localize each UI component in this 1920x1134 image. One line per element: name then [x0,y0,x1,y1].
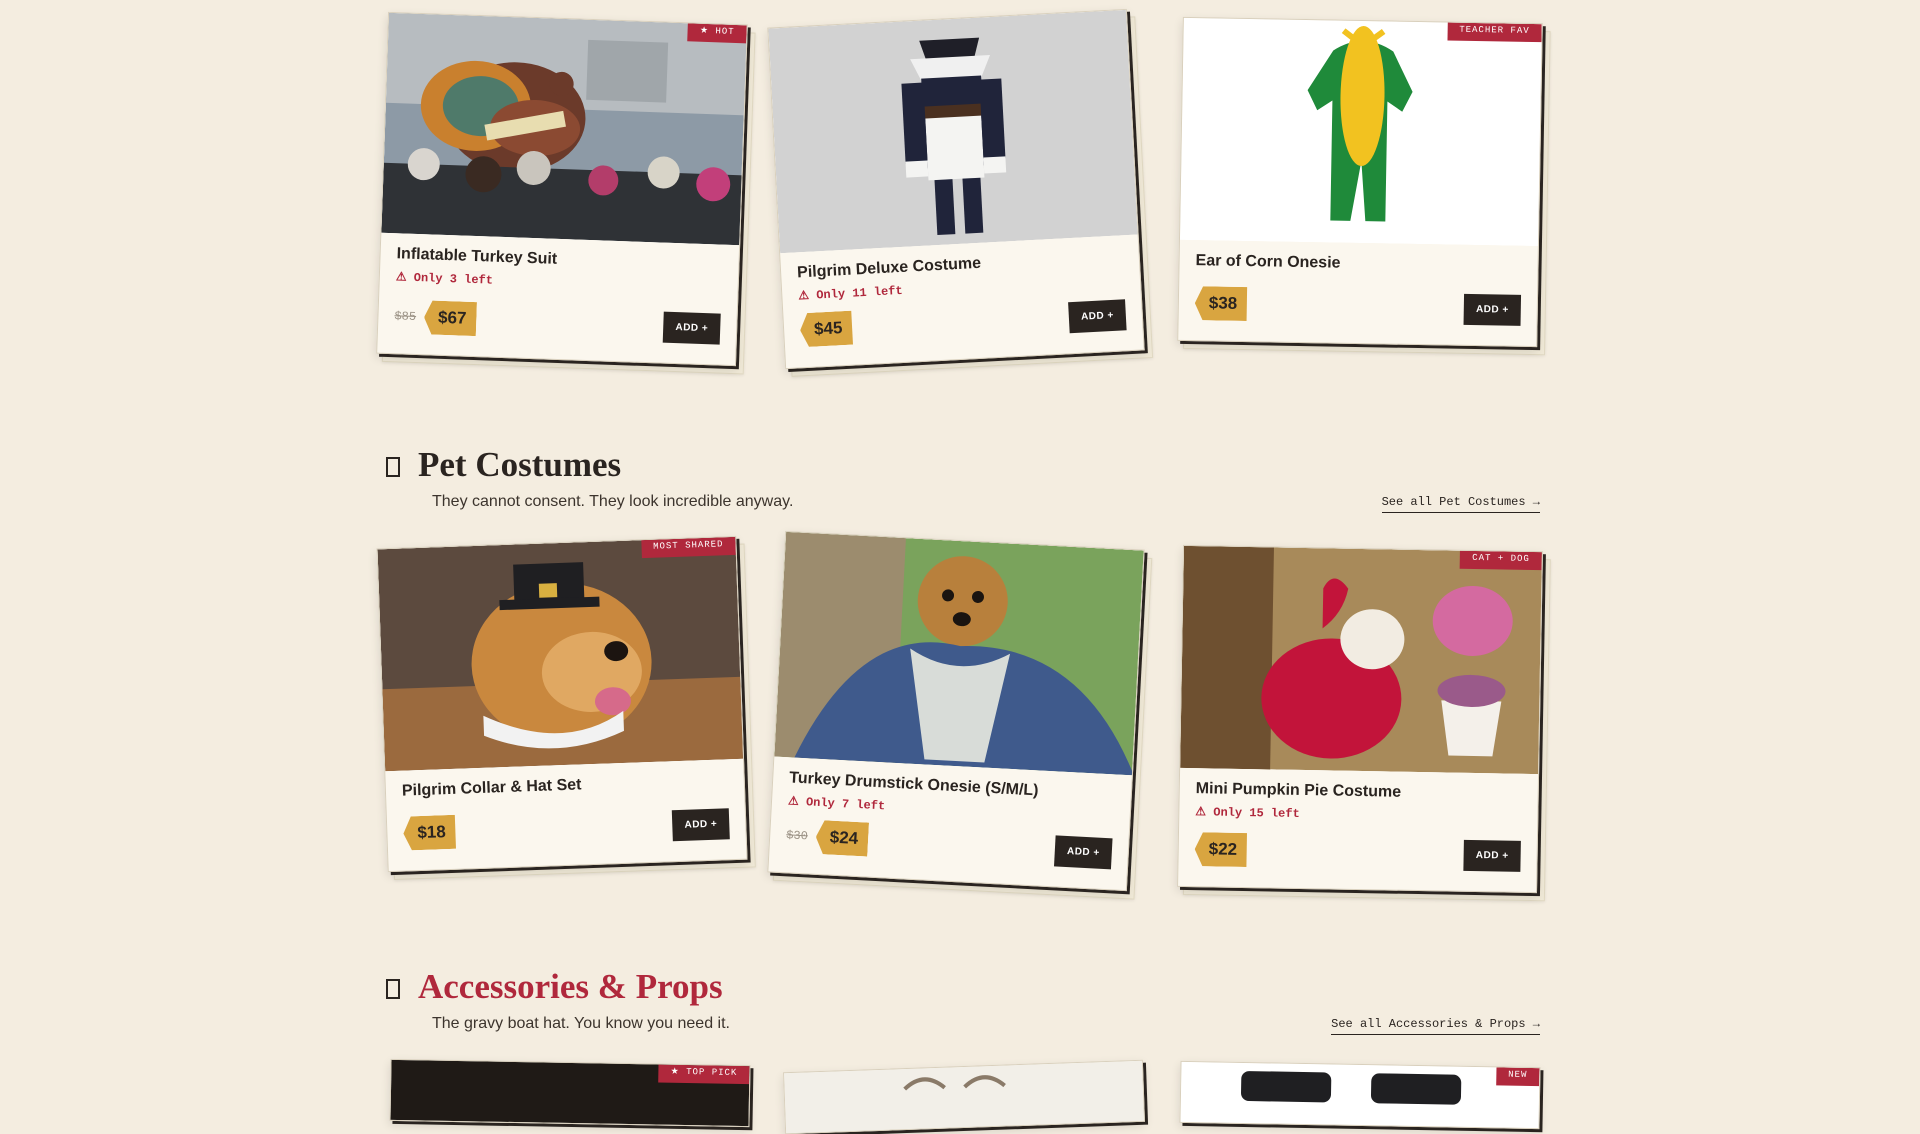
product-card: TEACHER FAV Ear of Corn Onesie $38 ADD + [1177,16,1551,356]
section-subtitle: They cannot consent. They look incredibl… [432,493,794,510]
add-to-cart-button[interactable]: ADD + [1463,293,1522,326]
product-photo[interactable]: ★ TOP PICK [390,1059,750,1127]
product-card: NEW [1179,1060,1541,1130]
add-to-cart-button[interactable]: ADD + [671,808,730,842]
badge-ribbon: ★ TOP PICK [658,1064,750,1085]
product-name[interactable]: Mini Pumpkin Pie Costume [1196,780,1538,804]
price-row: $22 [1194,832,1247,867]
product-card-body: MOST SHARED Pilgrim Collar & Hat Set $18… [376,535,748,873]
product-photo[interactable]: TEACHER FAV [1179,17,1542,247]
product-card-body: Turkey Drumstick Onesie (S/M/L) ⚠ Only 7… [767,530,1145,892]
product-card-body: ★ HOT Inflatable Turkey Suit ⚠ Only 3 le… [376,11,748,367]
price-tag: $22 [1194,832,1247,867]
section-subtitle: The gravy boat hat. You know you need it… [432,1015,730,1032]
pilgrim-costume-image [768,9,1138,254]
product-card: MOST SHARED Pilgrim Collar & Hat Set $18… [376,535,756,880]
price-tag: $38 [1195,286,1248,321]
section-title: Accessories & Props [418,967,723,1006]
product-card: Turkey Drumstick Onesie (S/M/L) ⚠ Only 7… [767,530,1153,900]
product-name[interactable]: Pilgrim Collar & Hat Set [402,771,744,801]
section-header-pet-costumes: Pet Costumes They cannot consent. They l… [384,445,1540,515]
dog-pilgrim-image [377,536,744,772]
add-to-cart-button[interactable]: ADD + [662,311,721,345]
accessory-image [1241,1071,1462,1105]
product-photo[interactable] [768,9,1138,254]
badge-ribbon: ★ HOT [687,23,747,44]
product-photo[interactable]: ★ HOT [381,12,747,246]
product-card-body: TEACHER FAV Ear of Corn Onesie $38 ADD + [1177,16,1543,348]
section-icon [386,457,400,477]
product-photo[interactable] [784,1060,1144,1134]
original-price: $85 [394,309,417,324]
see-all-link[interactable]: See all Accessories & Props → [1331,1017,1540,1035]
badge-ribbon: NEW [1495,1067,1540,1087]
add-to-cart-button[interactable]: ADD + [1068,299,1127,334]
price-tag: $45 [799,311,853,348]
badge-ribbon: TEACHER FAV [1447,22,1542,43]
add-to-cart-button[interactable]: ADD + [1054,835,1113,870]
product-card: ★ HOT Inflatable Turkey Suit ⚠ Only 3 le… [376,11,756,375]
product-card-body [783,1059,1145,1134]
dog-blanket-image [774,531,1144,776]
product-card: Pilgrim Deluxe Costume ⚠ Only 11 left $4… [767,8,1154,377]
price-tag: $18 [403,815,457,851]
corn-onesie-image [1179,17,1542,247]
product-card: ★ TOP PICK [389,1058,751,1128]
product-card-body: NEW [1179,1060,1541,1130]
accessory-image [903,1075,1006,1091]
product-card-body: CAT + DOG Mini Pumpkin Pie Costume ⚠ Onl… [1177,544,1543,894]
product-card [783,1059,1145,1134]
section-icon [386,979,400,999]
badge-ribbon: MOST SHARED [640,536,736,559]
product-photo[interactable]: CAT + DOG [1180,545,1542,775]
section-title: Pet Costumes [418,445,622,484]
product-card: CAT + DOG Mini Pumpkin Pie Costume ⚠ Onl… [1177,544,1551,902]
price-tag: $67 [423,300,477,336]
product-card-body: ★ TOP PICK [389,1058,751,1128]
turkey-parade-image [381,12,747,246]
stock-warning: ⚠ Only 15 left [1195,805,1300,821]
price-row: $38 [1195,286,1248,321]
product-photo[interactable]: NEW [1180,1061,1540,1129]
price-row: $18 [403,815,457,851]
product-name[interactable]: Ear of Corn Onesie [1195,252,1537,276]
price-tag: $24 [815,820,869,857]
price-row: $30 $24 [785,818,869,856]
product-photo[interactable]: MOST SHARED [377,536,744,772]
see-all-link[interactable]: See all Pet Costumes → [1381,495,1540,513]
product-card-body: Pilgrim Deluxe Costume ⚠ Only 11 left $4… [767,8,1145,370]
badge-ribbon: CAT + DOG [1460,550,1542,571]
product-photo[interactable] [774,531,1144,776]
price-row: $45 [799,311,853,348]
cat-costume-image [1180,545,1542,775]
section-header-accessories: Accessories & Props The gravy boat hat. … [384,967,1540,1037]
add-to-cart-button[interactable]: ADD + [1463,839,1521,872]
original-price: $30 [785,828,809,844]
price-row: $85 $67 [394,299,477,336]
